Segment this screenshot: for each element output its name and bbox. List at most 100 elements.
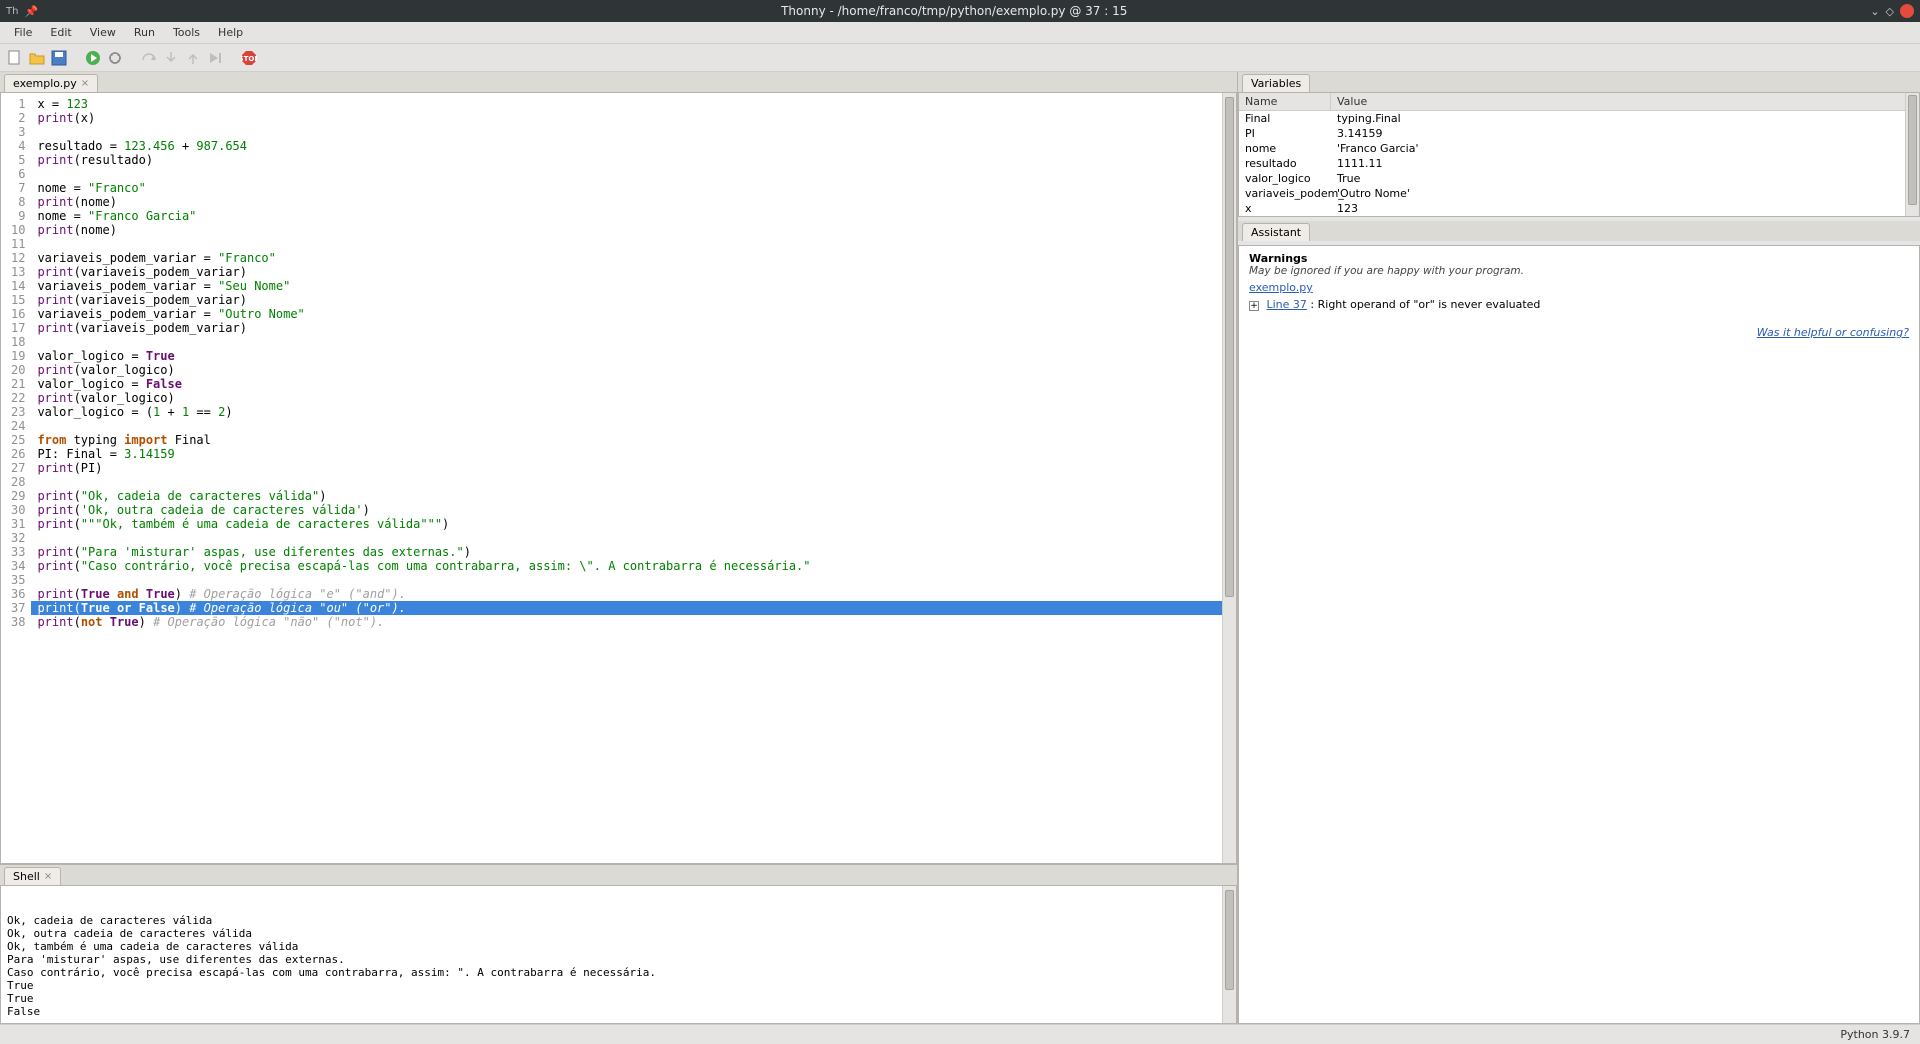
assistant-message: + Line 37 : Right operand of "or" is nev…: [1249, 298, 1909, 311]
code-line[interactable]: print(resultado): [37, 153, 1230, 167]
line-number: 20: [11, 363, 25, 377]
window-title: Thonny - /home/franco/tmp/python/exemplo…: [38, 4, 1870, 18]
menu-run[interactable]: Run: [126, 24, 163, 41]
code-line[interactable]: valor_logico = (1 + 1 == 2): [37, 405, 1230, 419]
code-line[interactable]: [37, 125, 1230, 139]
menu-view[interactable]: View: [82, 24, 124, 41]
minimize-icon[interactable]: ⌄: [1870, 5, 1879, 18]
variables-scrollbar[interactable]: [1905, 93, 1919, 216]
current-line[interactable]: print(True or False) # Operação lógica "…: [31, 601, 1230, 615]
open-file-icon[interactable]: [28, 49, 46, 67]
menu-edit[interactable]: Edit: [42, 24, 79, 41]
assistant-tab[interactable]: Assistant: [1242, 223, 1310, 241]
code-line[interactable]: [37, 475, 1230, 489]
menu-help[interactable]: Help: [210, 24, 251, 41]
shell-output[interactable]: Ok, cadeia de caracteres válidaOk, outra…: [0, 885, 1237, 1024]
variable-row[interactable]: PI3.14159: [1239, 126, 1919, 141]
expand-icon[interactable]: +: [1249, 301, 1259, 311]
code-line[interactable]: print("Para 'misturar' aspas, use difere…: [37, 545, 1230, 559]
code-line[interactable]: variaveis_podem_variar = "Seu Nome": [37, 279, 1230, 293]
code-line[interactable]: [37, 167, 1230, 181]
editor-scrollbar[interactable]: [1222, 93, 1236, 863]
variables-col-value[interactable]: Value: [1331, 93, 1919, 110]
save-file-icon[interactable]: [50, 49, 68, 67]
code-line[interactable]: print(variaveis_podem_variar): [37, 321, 1230, 335]
variable-value: 'Franco Garcia': [1331, 141, 1919, 156]
code-line[interactable]: print(x): [37, 111, 1230, 125]
code-line[interactable]: from typing import Final: [37, 433, 1230, 447]
code-line[interactable]: print(valor_logico): [37, 391, 1230, 405]
variable-name: nome: [1239, 141, 1331, 156]
variable-row[interactable]: resultado1111.11: [1239, 156, 1919, 171]
code-area[interactable]: x = 123print(x) resultado = 123.456 + 98…: [31, 93, 1236, 633]
menu-file[interactable]: File: [6, 24, 40, 41]
variables-tab[interactable]: Variables: [1242, 74, 1310, 92]
close-window-icon[interactable]: [1900, 4, 1914, 18]
code-line[interactable]: print(variaveis_podem_variar): [37, 265, 1230, 279]
menubar: File Edit View Run Tools Help: [0, 22, 1920, 44]
code-line[interactable]: print('Ok, outra cadeia de caracteres vá…: [37, 503, 1230, 517]
variable-row[interactable]: variaveis_podem_'Outro Nome': [1239, 186, 1919, 201]
step-into-icon[interactable]: [162, 49, 180, 67]
code-editor[interactable]: 1234567891011121314151617181920212223242…: [0, 92, 1237, 864]
code-line[interactable]: print(PI): [37, 461, 1230, 475]
menu-tools[interactable]: Tools: [165, 24, 208, 41]
code-line[interactable]: valor_logico = True: [37, 349, 1230, 363]
code-line[interactable]: print(True and True) # Operação lógica "…: [37, 587, 1230, 601]
code-line[interactable]: [37, 335, 1230, 349]
maximize-icon[interactable]: ◇: [1886, 5, 1894, 18]
variable-row[interactable]: valor_logicoTrue: [1239, 171, 1919, 186]
code-line[interactable]: [37, 531, 1230, 545]
shell-scrollbar[interactable]: [1222, 886, 1236, 1023]
pin-icon[interactable]: 📌: [24, 5, 38, 18]
code-line[interactable]: print("Ok, cadeia de caracteres válida"): [37, 489, 1230, 503]
code-line[interactable]: [37, 573, 1230, 587]
python-version: Python 3.9.7: [1840, 1028, 1910, 1041]
code-line[interactable]: resultado = 123.456 + 987.654: [37, 139, 1230, 153]
code-line[interactable]: print(nome): [37, 223, 1230, 237]
assistant-helpful-link[interactable]: Was it helpful or confusing?: [1757, 326, 1909, 339]
code-line[interactable]: print(not True) # Operação lógica "não" …: [37, 615, 1230, 629]
new-file-icon[interactable]: [6, 49, 24, 67]
line-number: 26: [11, 447, 25, 461]
step-out-icon[interactable]: [184, 49, 202, 67]
code-line[interactable]: print("""Ok, também é uma cadeia de cara…: [37, 517, 1230, 531]
code-line[interactable]: [37, 419, 1230, 433]
variable-row[interactable]: x123: [1239, 201, 1919, 216]
debug-icon[interactable]: [106, 49, 124, 67]
run-icon[interactable]: [84, 49, 102, 67]
code-line[interactable]: print(nome): [37, 195, 1230, 209]
code-line[interactable]: valor_logico = False: [37, 377, 1230, 391]
code-line[interactable]: x = 123: [37, 97, 1230, 111]
variable-row[interactable]: nome'Franco Garcia': [1239, 141, 1919, 156]
code-line[interactable]: print(variaveis_podem_variar): [37, 293, 1230, 307]
file-tab[interactable]: exemplo.py ×: [4, 74, 98, 92]
code-line[interactable]: variaveis_podem_variar = "Franco": [37, 251, 1230, 265]
code-line[interactable]: print(valor_logico): [37, 363, 1230, 377]
shell-tab[interactable]: Shell ×: [4, 867, 61, 885]
warnings-title: Warnings: [1249, 252, 1909, 265]
assistant-file-link[interactable]: exemplo.py: [1249, 281, 1313, 294]
stop-icon[interactable]: STOP: [240, 49, 258, 67]
close-shell-icon[interactable]: ×: [44, 871, 52, 882]
code-line[interactable]: nome = "Franco Garcia": [37, 209, 1230, 223]
assistant-panel: Warnings May be ignored if you are happy…: [1238, 245, 1920, 1024]
line-number: 29: [11, 489, 25, 503]
variables-col-name[interactable]: Name: [1239, 93, 1331, 110]
code-line[interactable]: print("Caso contrário, você precisa esca…: [37, 559, 1230, 573]
assistant-line-link[interactable]: Line 37: [1267, 298, 1307, 311]
code-line[interactable]: variaveis_podem_variar = "Outro Nome": [37, 307, 1230, 321]
close-tab-icon[interactable]: ×: [81, 78, 89, 89]
line-number: 33: [11, 545, 25, 559]
resume-icon[interactable]: [206, 49, 224, 67]
variable-name: Final: [1239, 111, 1331, 126]
shell-line: Ok, cadeia de caracteres válida: [7, 914, 1230, 927]
code-line[interactable]: [37, 237, 1230, 251]
shell-line: Caso contrário, você precisa escapá-las …: [7, 966, 1230, 979]
code-line[interactable]: nome = "Franco": [37, 181, 1230, 195]
step-over-icon[interactable]: [140, 49, 158, 67]
code-line[interactable]: PI: Final = 3.14159: [37, 447, 1230, 461]
variable-row[interactable]: Finaltyping.Final: [1239, 111, 1919, 126]
shell-tabstrip: Shell ×: [0, 865, 1237, 885]
variables-tabstrip: Variables: [1238, 72, 1920, 92]
